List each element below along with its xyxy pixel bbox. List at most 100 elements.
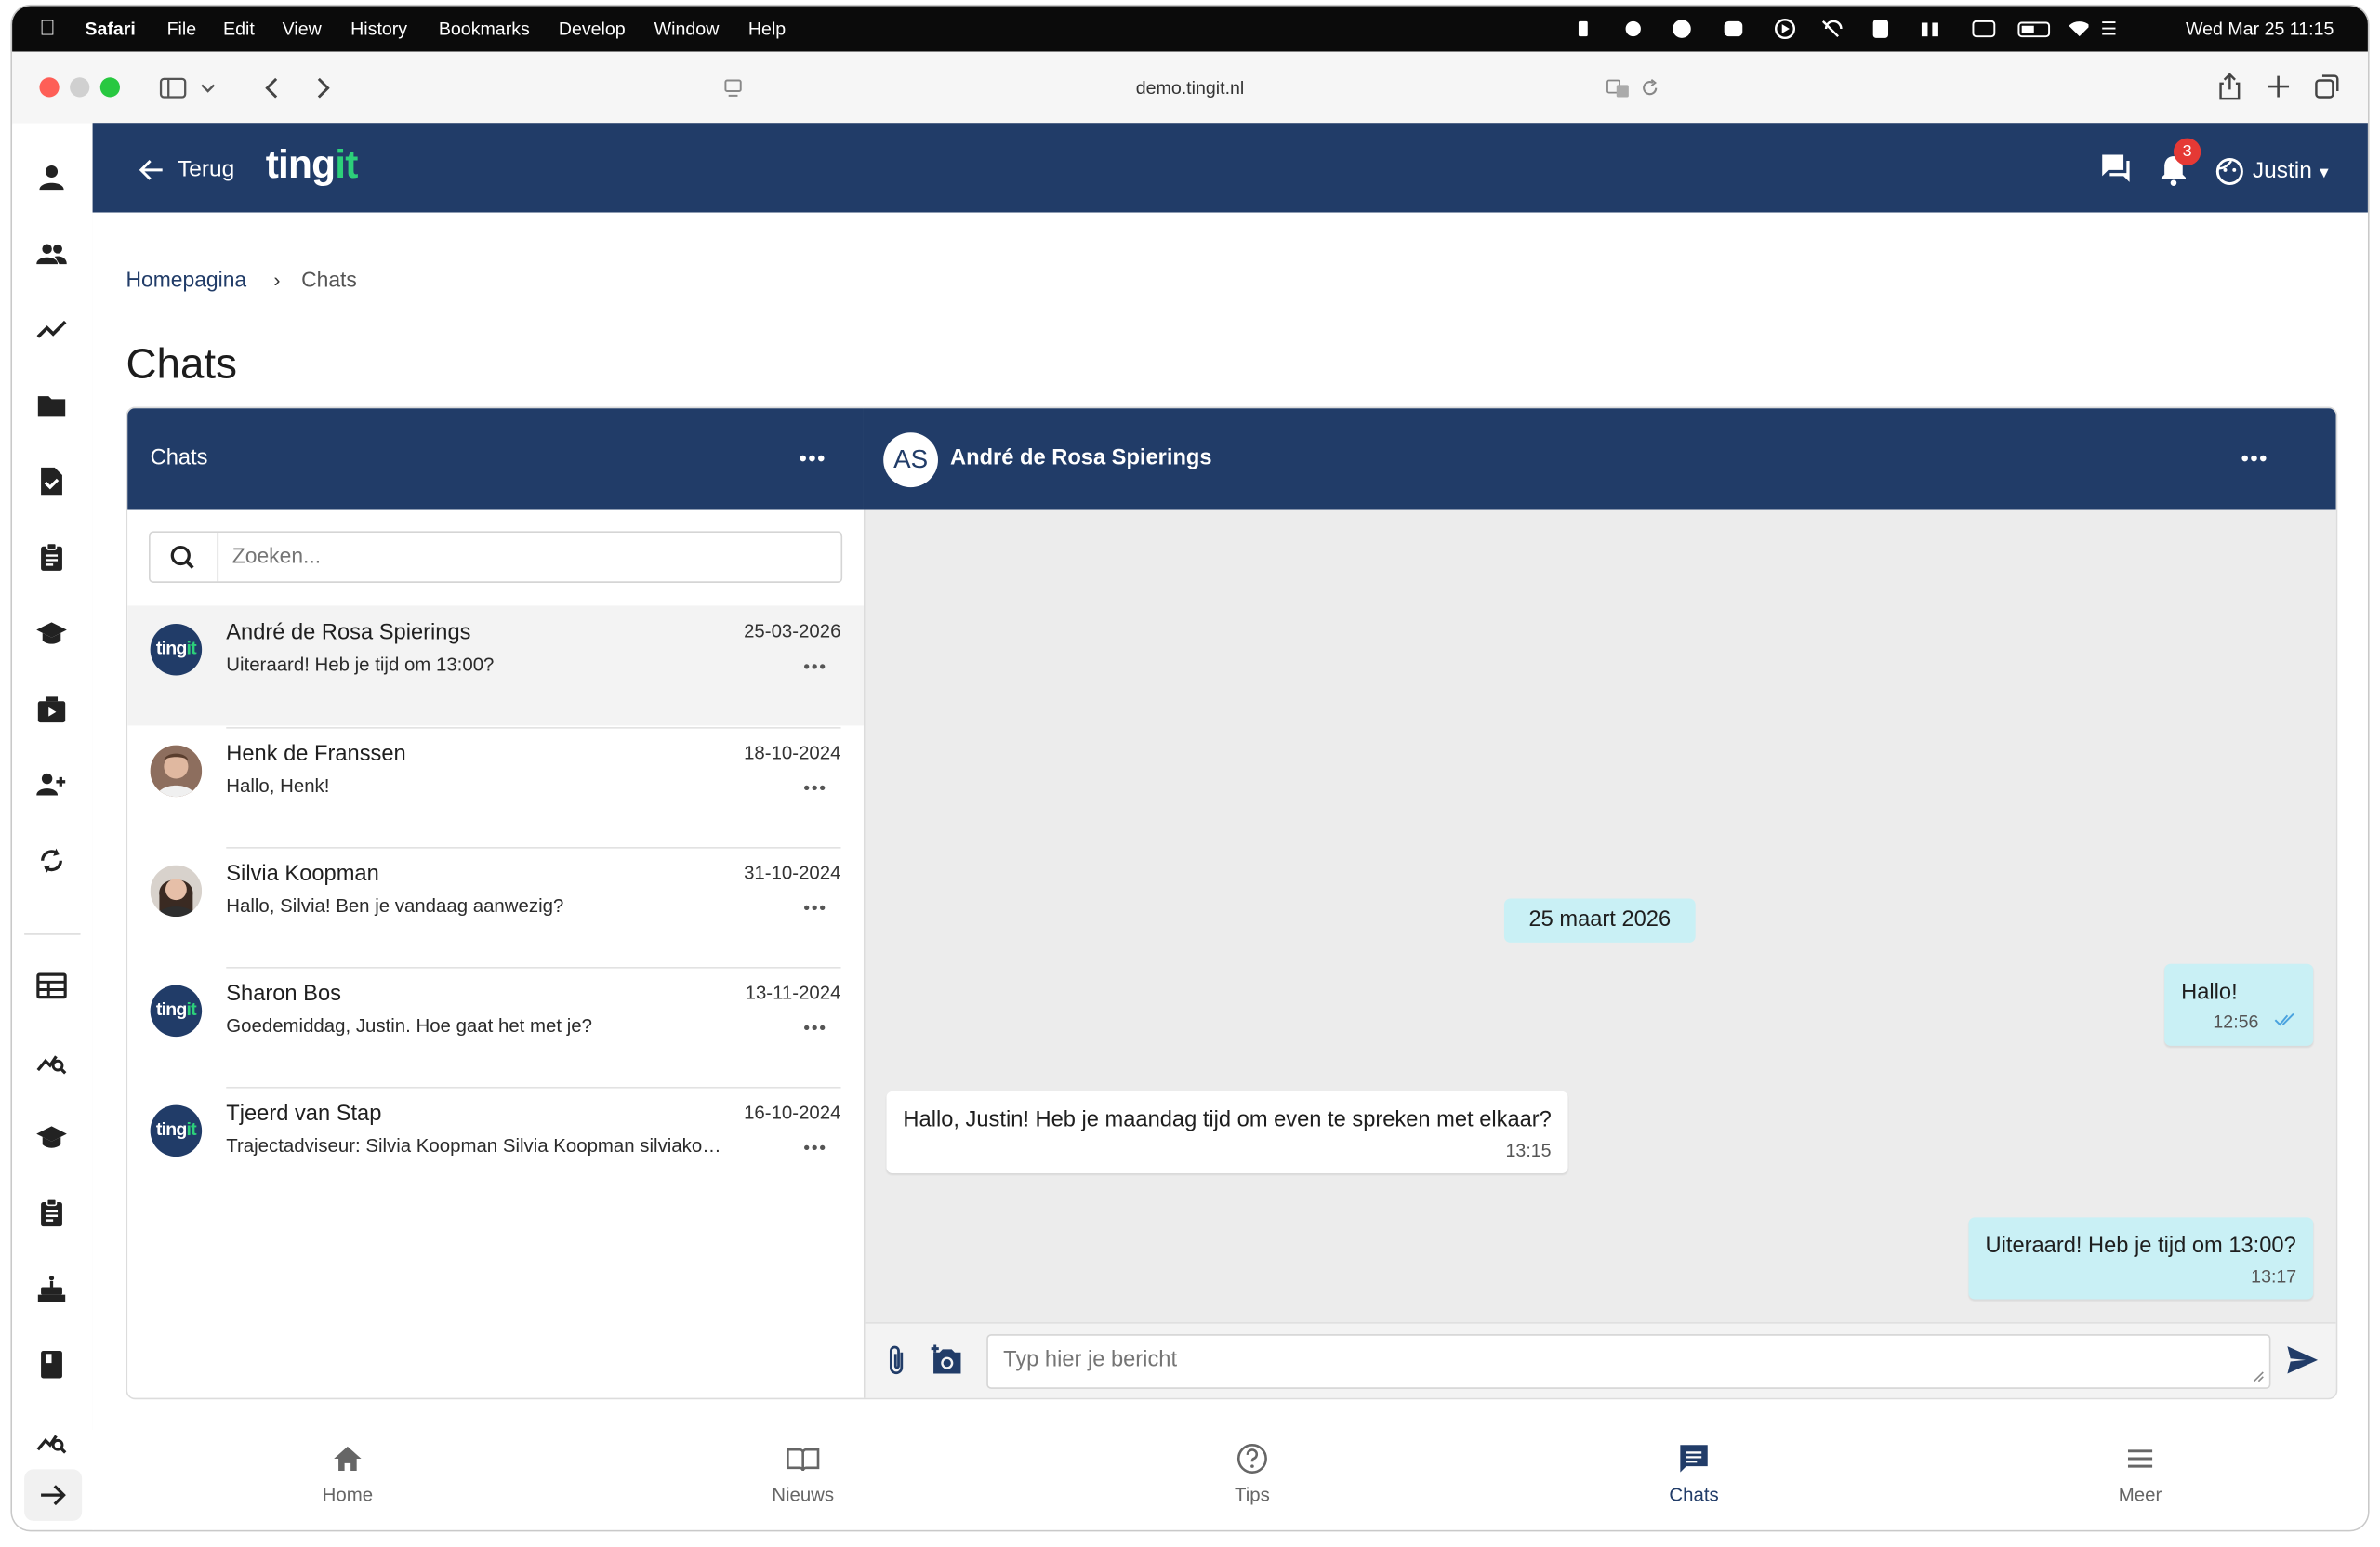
chat-name: Sharon Bos	[226, 982, 341, 1007]
resize-handle-icon[interactable]	[2253, 1370, 2265, 1382]
message-input[interactable]	[987, 1335, 2264, 1384]
conversation-more-icon[interactable]	[2238, 444, 2271, 471]
send-icon[interactable]	[2286, 1345, 2320, 1376]
menu-edit[interactable]: Edit	[223, 19, 255, 40]
notifications-button[interactable]: 3	[2159, 138, 2202, 187]
menu-window[interactable]: Window	[654, 19, 720, 40]
chat-item-more-icon[interactable]: •••	[803, 777, 826, 799]
chat-item-more-icon[interactable]: •••	[803, 897, 826, 919]
sidebar-cake-icon[interactable]	[36, 1274, 67, 1304]
nav-meer[interactable]: Meer	[2080, 1442, 2202, 1506]
chat-list-item[interactable]: Silvia Koopman Hallo, Silvia! Ben je van…	[127, 847, 864, 967]
search-icon[interactable]	[151, 533, 219, 582]
url-text: demo.tingit.nl	[1135, 77, 1245, 99]
read-receipt-icon	[2274, 1012, 2295, 1027]
chat-list-item[interactable]: tingit Sharon Bos Goedemiddag, Justin. H…	[127, 966, 864, 1087]
chat-item-more-icon[interactable]: •••	[803, 1017, 826, 1038]
sidebar-video-icon[interactable]	[36, 694, 67, 724]
chat-item-more-icon[interactable]: •••	[803, 655, 826, 677]
sidebar-book-icon[interactable]	[36, 1349, 67, 1380]
sidebar-folder-icon[interactable]	[36, 390, 67, 421]
share-icon[interactable]	[2213, 70, 2246, 103]
message-incoming: Hallo, Justin! Heb je maandag tijd om ev…	[886, 1091, 1568, 1174]
sidebar-task-icon[interactable]	[36, 466, 67, 496]
window-minimize-button[interactable]	[70, 77, 90, 98]
nav-chats[interactable]: Chats	[1633, 1442, 1755, 1506]
nav-label: Tips	[1235, 1484, 1270, 1506]
chat-list-more-icon[interactable]	[796, 444, 829, 471]
menu-view[interactable]: View	[283, 19, 322, 40]
forward-nav-icon[interactable]	[304, 70, 340, 106]
messages-icon[interactable]	[2101, 153, 2132, 184]
chat-name: Henk de Franssen	[226, 742, 406, 767]
back-nav-icon[interactable]	[255, 70, 291, 106]
window-close-button[interactable]	[39, 77, 60, 98]
back-label: Terug	[178, 156, 235, 182]
nav-label: Chats	[1669, 1484, 1719, 1506]
sidebar-clipboard-icon[interactable]	[36, 542, 67, 573]
browser-toolbar: demo.tingit.nl	[12, 51, 2368, 125]
user-avatar-icon[interactable]	[2215, 156, 2245, 187]
menu-file[interactable]: File	[167, 19, 197, 40]
sidebar-toggle-button[interactable]	[146, 67, 237, 110]
menu-clock[interactable]: Wed Mar 25 11:15	[2186, 19, 2334, 40]
breadcrumb-chevron-icon: ›	[273, 268, 281, 292]
nav-tips[interactable]: Tips	[1192, 1442, 1314, 1506]
reload-icon[interactable]	[1639, 77, 1660, 99]
search-input[interactable]	[219, 533, 852, 579]
message-text: Hallo, Justin! Heb je maandag tijd om ev…	[903, 1107, 1552, 1132]
message-field[interactable]	[986, 1334, 2271, 1389]
back-button[interactable]: Terug	[139, 153, 275, 187]
sidebar-table-icon[interactable]	[36, 970, 67, 1000]
date-divider: 25 maart 2026	[1503, 898, 1696, 943]
contact-photo-avatar	[150, 865, 203, 918]
apple-icon[interactable]: 	[39, 15, 55, 39]
sidebar-person-icon[interactable]	[36, 163, 67, 193]
tingit-avatar-icon: tingit	[150, 624, 203, 676]
sidebar-trend-icon[interactable]	[36, 314, 67, 345]
menu-history[interactable]: History	[350, 19, 407, 40]
sidebar-insights-icon[interactable]	[36, 1425, 67, 1456]
nav-nieuws[interactable]: Nieuws	[742, 1442, 864, 1506]
chat-list-item[interactable]: Henk de Franssen Hallo, Henk! 18-10-2024…	[127, 727, 864, 847]
breadcrumb-home-link[interactable]: Homepagina	[126, 267, 247, 291]
nav-label: Home	[322, 1484, 374, 1506]
message-time: 13:17	[2251, 1265, 2297, 1288]
user-menu-button[interactable]: Justin ▼	[2253, 158, 2332, 189]
chat-date: 25-03-2026	[744, 620, 841, 642]
sidebar-add-person-icon[interactable]	[36, 770, 67, 800]
search-box	[148, 531, 852, 583]
chat-name: André de Rosa Spierings	[226, 620, 471, 645]
nav-home[interactable]: Home	[287, 1442, 409, 1506]
conversation-header: AS André de Rosa Spierings	[863, 408, 2336, 510]
sidebar-expand-button[interactable]	[24, 1469, 83, 1521]
tingit-avatar-icon: tingit	[150, 985, 203, 1038]
sidebar-school-icon[interactable]	[36, 1122, 67, 1153]
menu-app-name[interactable]: Safari	[85, 19, 135, 40]
address-bar[interactable]: demo.tingit.nl	[710, 67, 1670, 110]
menu-help[interactable]: Help	[748, 19, 786, 40]
sidebar-analytics-icon[interactable]	[36, 1046, 67, 1077]
chat-preview: Uiteraard! Heb je tijd om 13:00?	[226, 654, 495, 676]
chat-list-item[interactable]: tingit Tjeerd van Stap Trajectadviseur: …	[127, 1086, 864, 1207]
chat-list-item[interactable]: tingit André de Rosa Spierings Uiteraard…	[127, 605, 864, 726]
menu-control-center-icon[interactable]: ☰	[2101, 19, 2118, 40]
page-title: Chats	[126, 339, 237, 388]
menu-bookmarks[interactable]: Bookmarks	[439, 19, 530, 40]
tab-overview-icon[interactable]	[2310, 70, 2344, 103]
tingit-logo[interactable]: tingit	[266, 141, 388, 196]
chat-list-title: Chats	[150, 445, 208, 471]
translate-icon[interactable]	[1606, 77, 1630, 99]
sidebar-education-icon[interactable]	[36, 617, 67, 648]
attach-icon[interactable]	[883, 1343, 910, 1377]
home-icon	[331, 1442, 364, 1475]
new-tab-icon[interactable]	[2262, 70, 2295, 103]
sidebar-group-icon[interactable]	[36, 238, 67, 269]
chat-item-more-icon[interactable]: •••	[803, 1137, 826, 1158]
chat-icon	[1677, 1442, 1711, 1475]
camera-add-icon[interactable]	[929, 1343, 962, 1377]
sidebar-assignment-icon[interactable]	[36, 1197, 67, 1228]
window-zoom-button[interactable]	[99, 77, 120, 98]
sidebar-sync-icon[interactable]	[36, 845, 67, 876]
menu-develop[interactable]: Develop	[559, 19, 626, 40]
